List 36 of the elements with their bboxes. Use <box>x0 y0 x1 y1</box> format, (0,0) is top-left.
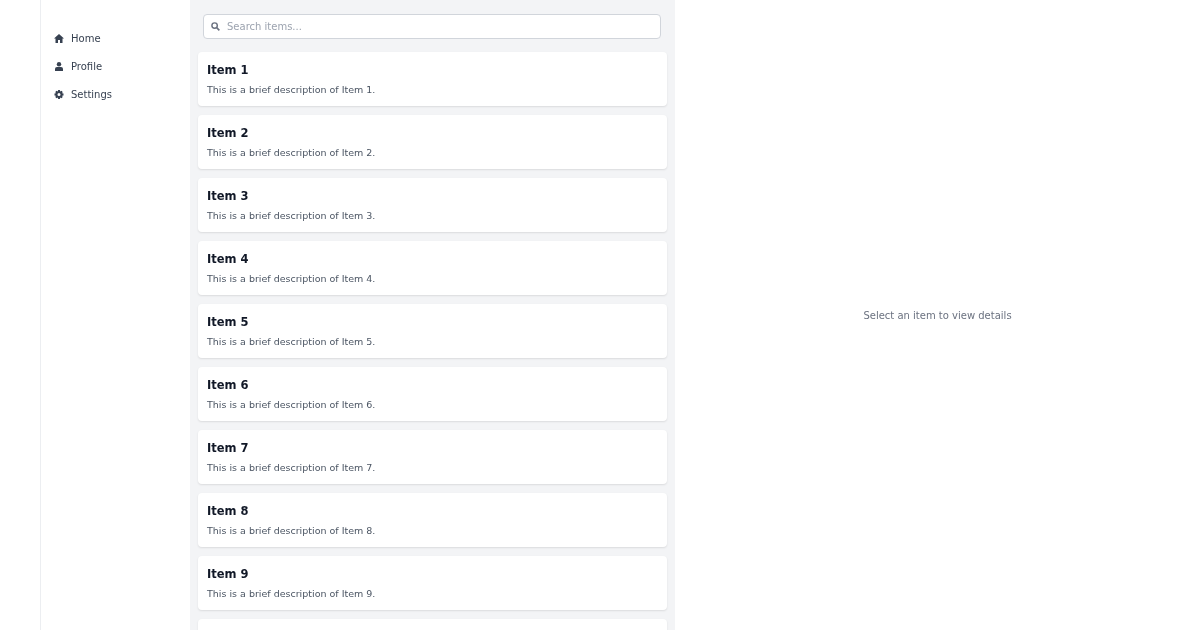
item-description: This is a brief description of Item 2. <box>207 147 377 158</box>
item-card[interactable]: Item 1 This is a brief description of Item 1. <box>198 52 667 106</box>
empty-state-message: Select an item to view details <box>863 309 1012 321</box>
item-card[interactable]: Item 4 This is a brief description of Item 4. <box>198 241 667 295</box>
item-title: Item 1 <box>207 63 250 77</box>
item-card[interactable]: Item 6 This is a brief description of Item 6. <box>198 367 667 421</box>
search-icon <box>211 22 220 31</box>
item-title: Item 9 <box>207 567 250 581</box>
user-icon <box>54 61 64 71</box>
item-description: This is a brief description of Item 9. <box>207 588 377 599</box>
item-card[interactable]: Item 8 This is a brief description of Item 8. <box>198 493 667 547</box>
item-card[interactable]: Item 5 This is a brief description of Item 5. <box>198 304 667 358</box>
item-description: This is a brief description of Item 7. <box>207 462 377 473</box>
item-description: This is a brief description of Item 6. <box>207 399 377 410</box>
item-card[interactable]: Item 7 This is a brief description of Item 7. <box>198 430 667 484</box>
item-description: This is a brief description of Item 4. <box>207 273 377 284</box>
item-description: This is a brief description of Item 3. <box>207 210 377 221</box>
item-description: This is a brief description of Item 8. <box>207 525 377 536</box>
item-title: Item 4 <box>207 252 250 266</box>
nav-link[interactable]: Home <box>41 24 101 52</box>
nav-link[interactable]: Profile <box>41 52 103 80</box>
item-title: Item 7 <box>207 441 250 455</box>
item-title: Item 8 <box>207 504 250 518</box>
settings-icon <box>54 89 64 99</box>
item-title: Item 5 <box>207 315 250 329</box>
item-title: Item 2 <box>207 126 250 140</box>
home-icon <box>54 33 64 43</box>
item-card[interactable]: Item 9 This is a brief description of Item 9. <box>198 556 667 610</box>
item-card[interactable]: Item 2 This is a brief description of Item 2. <box>198 115 667 169</box>
nav-link[interactable]: Settings <box>41 80 112 108</box>
item-description: This is a brief description of Item 5. <box>207 336 377 347</box>
item-description: This is a brief description of Item 1. <box>207 84 377 95</box>
item-card[interactable]: Item 3 This is a brief description of Item 3. <box>198 178 667 232</box>
search-field[interactable]: Search items... <box>203 14 661 39</box>
item-title: Item 6 <box>207 378 250 392</box>
item-title: Item 3 <box>207 189 250 203</box>
